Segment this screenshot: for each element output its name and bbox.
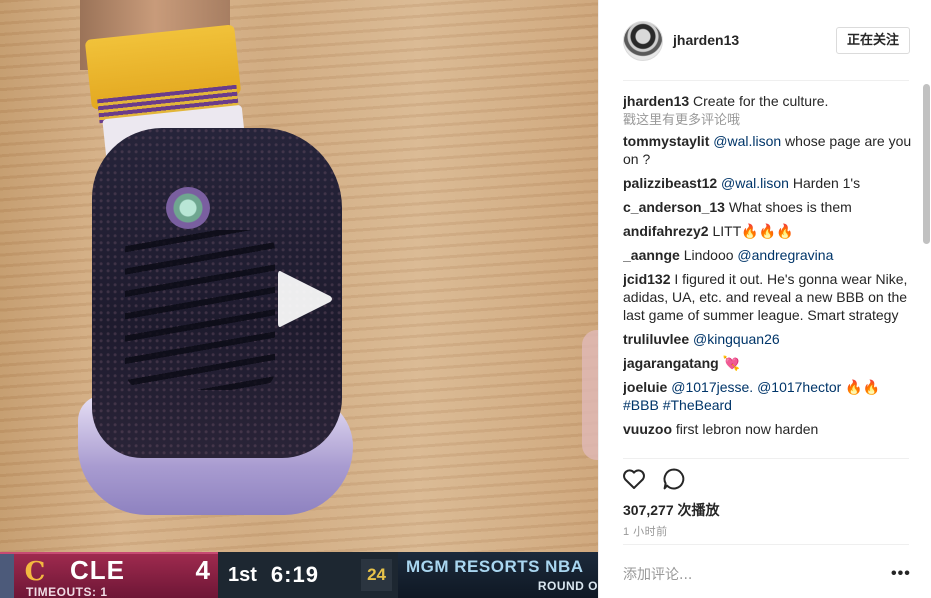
list-item: tommystaylit @wal.lison whose page are y… xyxy=(623,132,913,168)
more-options-icon[interactable]: ••• xyxy=(891,565,911,583)
add-comment-input[interactable]: 添加评论... xyxy=(623,564,692,584)
comment-text: Create for the culture. xyxy=(693,93,829,109)
comment-text: LITT🔥🔥🔥 xyxy=(712,223,794,239)
list-item: truliluvlee @kingquan26 xyxy=(623,330,913,348)
comment-username[interactable]: palizzibeast12 xyxy=(623,175,717,191)
scoreboard-period: 1st xyxy=(228,563,257,586)
comment-username[interactable]: jharden13 xyxy=(623,93,689,109)
comment-mention[interactable]: @andregravina xyxy=(737,247,833,263)
comment-username[interactable]: c_anderson_13 xyxy=(623,199,725,215)
scoreboard-timeouts: TIMEOUTS: 1 xyxy=(26,585,108,598)
comment-text: first lebron now harden xyxy=(675,421,819,437)
list-item: andifahrezy2 LITT🔥🔥🔥 xyxy=(623,222,913,240)
scoreboard-score: 4 xyxy=(195,555,210,585)
comment-username[interactable]: truliluvlee xyxy=(623,331,689,347)
scoreboard-shot-clock: 24 xyxy=(361,559,392,591)
header-divider xyxy=(623,80,909,81)
scoreboard-brand: MGM RESORTS NBA xyxy=(406,557,584,576)
scoreboard-clock-panel: 1st 6:19 24 xyxy=(218,552,398,598)
comment-text: Lindooo xyxy=(683,247,734,263)
comment-mention[interactable]: @wal.lison xyxy=(721,175,789,191)
comment-username[interactable]: tommystaylit xyxy=(623,133,709,149)
video-frame-edge xyxy=(582,330,598,460)
team-logo-icon: C xyxy=(24,557,46,587)
avatar[interactable] xyxy=(623,21,663,61)
scoreboard-round: ROUND O xyxy=(537,579,598,593)
comment-text: 🔥🔥 xyxy=(845,379,881,395)
list-item: joeluie @1017jesse. @1017hector 🔥🔥 #BBB … xyxy=(623,378,913,414)
comment-username[interactable]: vuuzoo xyxy=(623,421,672,437)
comment-mention[interactable]: @wal.lison xyxy=(713,133,781,149)
caption: jharden13 Create for the culture. xyxy=(623,92,913,110)
play-icon[interactable] xyxy=(272,266,336,332)
video-frame-shoe-laces xyxy=(125,230,275,390)
list-item: c_anderson_13 What shoes is them xyxy=(623,198,913,216)
comment-mention[interactable]: @kingquan26 xyxy=(693,331,780,347)
heart-outline-icon[interactable] xyxy=(621,466,647,492)
actions-divider xyxy=(623,458,909,459)
comment-text: Harden 1's xyxy=(792,175,861,191)
scoreboard-clock: 6:19 xyxy=(270,562,319,587)
list-item: palizzibeast12 @wal.lison Harden 1's xyxy=(623,174,913,192)
list-item: _aannge Lindooo @andregravina xyxy=(623,246,913,264)
comment-username[interactable]: jagarangatang xyxy=(623,355,719,371)
load-more-comments-link[interactable]: 戳这里有更多评论哦 xyxy=(623,112,913,130)
comment-username[interactable]: andifahrezy2 xyxy=(623,223,709,239)
comment-mention[interactable]: @1017jesse. @1017hector xyxy=(671,379,841,395)
comment-box-divider xyxy=(623,544,909,545)
scoreboard-brand-panel: MGM RESORTS NBA ROUND O xyxy=(398,552,598,598)
comment-username[interactable]: jcid132 xyxy=(623,271,670,287)
post-timestamp[interactable]: 1 小时前 xyxy=(623,523,668,539)
video-frame-shoe-logo xyxy=(166,187,210,229)
scoreboard-edge xyxy=(0,554,14,598)
view-count[interactable]: 307,277 次播放 xyxy=(623,500,720,520)
list-item: jcid132 I figured it out. He's gonna wea… xyxy=(623,270,913,324)
scoreboard-team-panel: C CLE 4 TIMEOUTS: 1 xyxy=(0,552,218,598)
video-player[interactable]: C CLE 4 TIMEOUTS: 1 1st 6:19 24 MGM RESO… xyxy=(0,0,598,598)
post-actions xyxy=(621,466,687,494)
following-button[interactable]: 正在关注 xyxy=(836,27,910,54)
comments-list: jharden13 Create for the culture. 戳这里有更多… xyxy=(623,92,913,456)
comment-hashtags[interactable]: #BBB #TheBeard xyxy=(623,397,732,413)
scoreboard-team: CLE xyxy=(70,555,125,585)
post-header: jharden13 正在关注 xyxy=(599,0,931,80)
scoreboard: C CLE 4 TIMEOUTS: 1 1st 6:19 24 MGM RESO… xyxy=(0,552,598,598)
list-item: jagarangatang 💘 xyxy=(623,354,913,372)
comment-username[interactable]: _aannge xyxy=(623,247,680,263)
list-item: vuuzoo first lebron now harden xyxy=(623,420,913,438)
author-username[interactable]: jharden13 xyxy=(673,32,739,48)
comment-text: What shoes is them xyxy=(728,199,852,215)
comment-text: 💘 xyxy=(722,355,741,371)
scrollbar-thumb[interactable] xyxy=(923,84,930,244)
comments-scrollbar[interactable] xyxy=(922,82,930,458)
comment-username[interactable]: joeluie xyxy=(623,379,667,395)
post-panel: jharden13 正在关注 jharden13 Create for the … xyxy=(598,0,931,598)
speech-bubble-icon[interactable] xyxy=(661,466,687,492)
